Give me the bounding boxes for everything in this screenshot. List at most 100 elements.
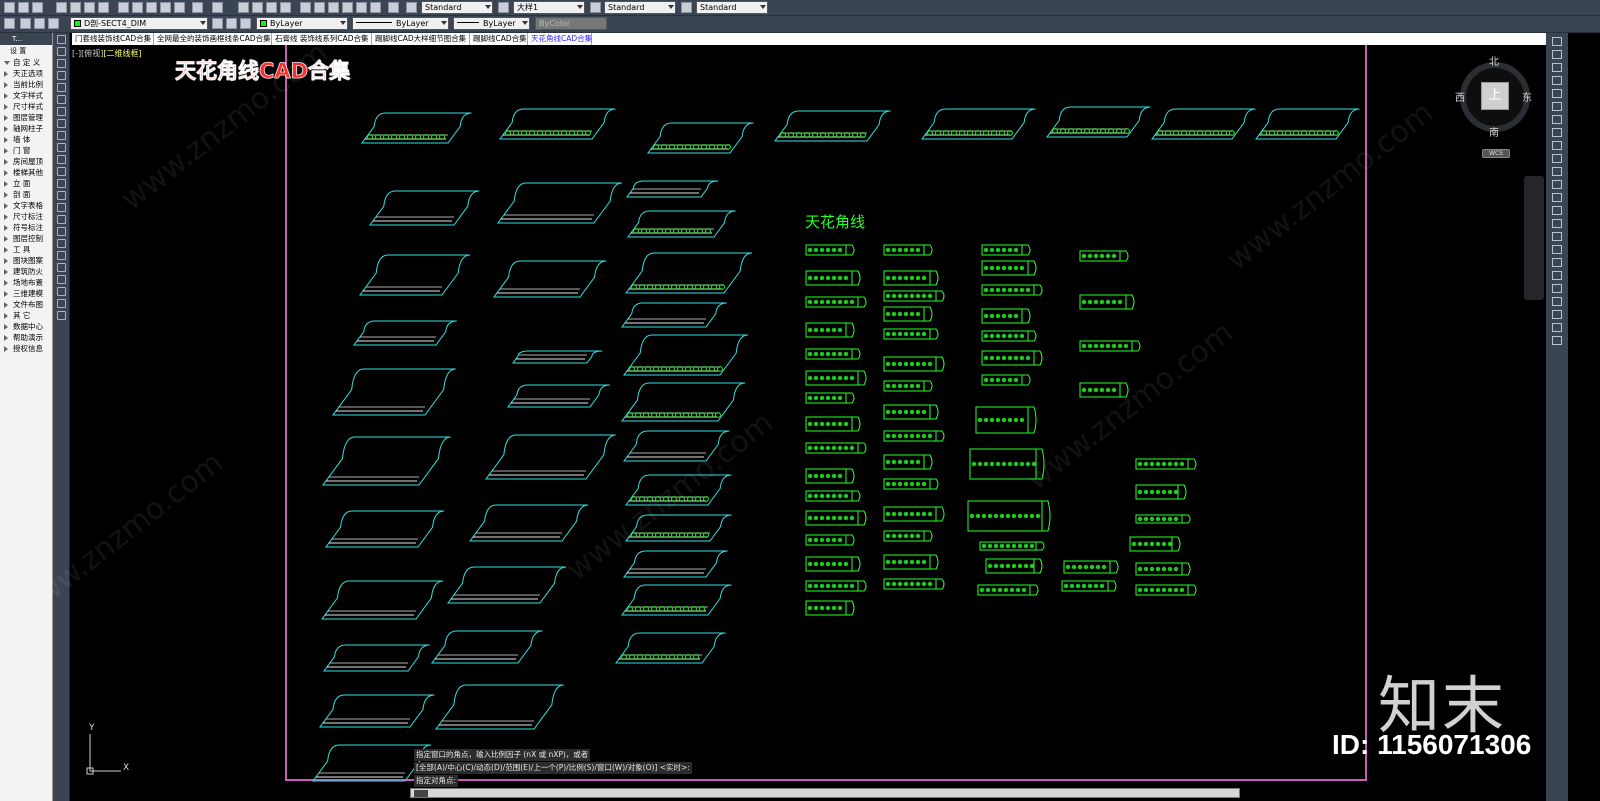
modify-tool-icon[interactable]	[1552, 323, 1562, 332]
dim-style-icon[interactable]	[498, 2, 509, 13]
draw-tool-icon[interactable]	[56, 203, 66, 212]
palette-item[interactable]: 天正选项	[0, 68, 52, 79]
modify-tool-icon[interactable]	[1552, 193, 1562, 202]
palette-item[interactable]: 授权信息	[0, 343, 52, 354]
print-icon[interactable]	[56, 2, 67, 13]
draw-tool-icon[interactable]	[56, 71, 66, 80]
modify-tool-icon[interactable]	[1552, 297, 1562, 306]
modify-tool-icon[interactable]	[1552, 50, 1562, 59]
lock-icon[interactable]	[48, 18, 59, 29]
palette-item[interactable]: 三维建模	[0, 288, 52, 299]
draw-tool-icon[interactable]	[56, 179, 66, 188]
document-tab[interactable]: 踢脚线CAD合集	[470, 33, 528, 45]
match-properties-icon[interactable]	[160, 2, 171, 13]
draw-tool-icon[interactable]	[56, 131, 66, 140]
command-close-icon[interactable]	[414, 790, 428, 797]
modify-tool-icon[interactable]	[1552, 154, 1562, 163]
design-center-icon[interactable]	[314, 2, 325, 13]
draw-tool-icon[interactable]	[56, 239, 66, 248]
palette-item[interactable]: 尺寸样式	[0, 101, 52, 112]
new-icon[interactable]	[4, 2, 15, 13]
palette-item[interactable]: 轴网柱子	[0, 123, 52, 134]
modify-tool-icon[interactable]	[1552, 336, 1562, 345]
palette-item[interactable]: 图层控制	[0, 233, 52, 244]
draw-tool-icon[interactable]	[56, 59, 66, 68]
draw-tool-icon[interactable]	[56, 107, 66, 116]
palette-item[interactable]: 房间屋顶	[0, 156, 52, 167]
paste-icon[interactable]	[146, 2, 157, 13]
palette-item[interactable]: 工 具	[0, 244, 52, 255]
help-icon[interactable]	[388, 2, 399, 13]
draw-tool-icon[interactable]	[56, 83, 66, 92]
tool-palettes-icon[interactable]	[328, 2, 339, 13]
linetype-select[interactable]: ByLayer	[352, 17, 449, 30]
modify-tool-icon[interactable]	[1552, 219, 1562, 228]
layer-state-icon[interactable]	[240, 18, 251, 29]
palette-item[interactable]: 自 定 义	[0, 57, 52, 68]
calculator-icon[interactable]	[370, 2, 381, 13]
palette-item[interactable]: 文字样式	[0, 90, 52, 101]
modify-tool-icon[interactable]	[1552, 63, 1562, 72]
zoom-previous-icon[interactable]	[280, 2, 291, 13]
document-tab[interactable]: 石膏线 装饰线系列CAD合集	[272, 33, 372, 45]
modify-tool-icon[interactable]	[1552, 76, 1562, 85]
modify-tool-icon[interactable]	[1552, 102, 1562, 111]
draw-tool-icon[interactable]	[56, 215, 66, 224]
draw-tool-icon[interactable]	[56, 275, 66, 284]
modify-tool-icon[interactable]	[1552, 37, 1562, 46]
modify-tool-icon[interactable]	[1552, 258, 1562, 267]
document-tab[interactable]: 门套线装饰线CAD合集	[72, 33, 154, 45]
compass-east[interactable]: 东	[1522, 89, 1532, 104]
markup-icon[interactable]	[356, 2, 367, 13]
palette-item[interactable]: 当前比例	[0, 79, 52, 90]
command-input[interactable]	[410, 788, 1240, 798]
palette-item[interactable]: 帮助演示	[0, 332, 52, 343]
document-tab[interactable]: 天花角线CAD合集	[528, 33, 592, 45]
bulb-icon[interactable]	[20, 18, 31, 29]
palette-item[interactable]: 楼梯其他	[0, 167, 52, 178]
copy-icon[interactable]	[132, 2, 143, 13]
cut-icon[interactable]	[118, 2, 129, 13]
make-current-icon[interactable]	[212, 18, 223, 29]
modify-tool-icon[interactable]	[1552, 167, 1562, 176]
document-tab[interactable]: 踢脚线CAD大样细节图合集	[372, 33, 470, 45]
modify-tool-icon[interactable]	[1552, 206, 1562, 215]
palette-item[interactable]: 文件布图	[0, 299, 52, 310]
palette-header[interactable]: T...	[0, 33, 52, 45]
lineweight-select[interactable]: ByLayer	[453, 17, 530, 30]
preview-icon[interactable]	[70, 2, 81, 13]
palette-item[interactable]: 建筑防火	[0, 266, 52, 277]
wcs-menu[interactable]: WCS	[1482, 149, 1510, 158]
table-style-select[interactable]: Standard	[604, 1, 676, 14]
modify-tool-icon[interactable]	[1552, 141, 1562, 150]
text-style-select[interactable]: Standard	[421, 1, 493, 14]
text-style-icon[interactable]	[406, 2, 417, 13]
palette-item[interactable]: 门 窗	[0, 145, 52, 156]
draw-tool-icon[interactable]	[56, 299, 66, 308]
draw-tool-icon[interactable]	[56, 35, 66, 44]
draw-tool-icon[interactable]	[56, 155, 66, 164]
properties-icon[interactable]	[300, 2, 311, 13]
modify-tool-icon[interactable]	[1552, 128, 1562, 137]
draw-tool-icon[interactable]	[56, 143, 66, 152]
draw-tool-icon[interactable]	[56, 251, 66, 260]
palette-item[interactable]: 数据中心	[0, 321, 52, 332]
navigation-bar[interactable]	[1524, 176, 1544, 300]
globe-icon[interactable]	[98, 2, 109, 13]
publish-icon[interactable]	[84, 2, 95, 13]
palette-item[interactable]: 立 面	[0, 178, 52, 189]
block-editor-icon[interactable]	[174, 2, 185, 13]
palette-item[interactable]: 图块图案	[0, 255, 52, 266]
compass-west[interactable]: 西	[1455, 89, 1465, 104]
redo-icon[interactable]	[212, 2, 223, 13]
palette-settings-header[interactable]: 设 置	[0, 45, 52, 57]
pan-icon[interactable]	[238, 2, 249, 13]
draw-tool-icon[interactable]	[56, 311, 66, 320]
palette-item[interactable]: 其 它	[0, 310, 52, 321]
layer-previous-icon[interactable]	[226, 18, 237, 29]
palette-item[interactable]: 符号标注	[0, 222, 52, 233]
modify-tool-icon[interactable]	[1552, 232, 1562, 241]
draw-tool-icon[interactable]	[56, 227, 66, 236]
zoom-window-icon[interactable]	[266, 2, 277, 13]
draw-tool-icon[interactable]	[56, 263, 66, 272]
